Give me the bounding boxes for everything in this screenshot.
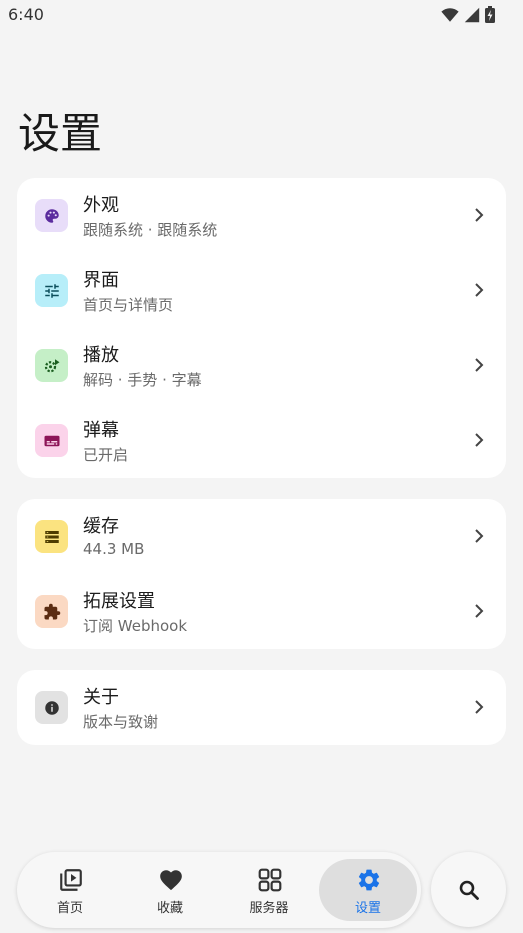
settings-item-playback[interactable]: 播放 解码 · 手势 · 字幕 [17, 328, 506, 403]
gear-icon [358, 869, 380, 891]
status-bar: 6:40 [0, 0, 523, 30]
settings-item-subtitle: 44.3 MB [83, 540, 145, 558]
chevron-right-icon [475, 529, 484, 543]
chevron-right-icon [475, 604, 484, 618]
nav-label: 首页 [56, 901, 83, 916]
search-button[interactable] [431, 852, 506, 927]
nav-item-settings[interactable]: 设置 [319, 859, 417, 921]
nav-label: 设置 [354, 901, 381, 916]
settings-item-cache[interactable]: 缓存 44.3 MB [17, 499, 506, 574]
wifi-icon [441, 7, 459, 22]
settings-item-about[interactable]: 关于 版本与致谢 [17, 670, 506, 745]
nav-label: 收藏 [156, 901, 183, 916]
battery-icon [485, 6, 495, 23]
storage-icon [35, 520, 68, 553]
bottom-navigation: 首页 收藏 服务器 设置 [17, 852, 421, 928]
settings-item-title: 缓存 [83, 516, 119, 537]
settings-item-appearance[interactable]: 外观 跟随系统 · 跟随系统 [17, 178, 506, 253]
settings-item-title: 播放 [83, 345, 119, 366]
info-icon [35, 691, 68, 724]
subtitles-icon [35, 424, 68, 457]
status-time: 6:40 [8, 5, 44, 24]
settings-item-subtitle: 跟随系统 · 跟随系统 [83, 221, 218, 239]
chevron-right-icon [475, 433, 484, 447]
search-icon [459, 880, 479, 900]
play-settings-icon [35, 349, 68, 382]
chevron-right-icon [475, 358, 484, 372]
palette-icon [35, 199, 68, 232]
nav-item-servers[interactable]: 服务器 [220, 859, 318, 921]
settings-item-title: 关于 [83, 687, 119, 708]
tune-icon [35, 274, 68, 307]
settings-card-storage: 缓存 44.3 MB 拓展设置 订阅 Webhook [17, 499, 506, 649]
nav-item-favorites[interactable]: 收藏 [121, 859, 219, 921]
chevron-right-icon [475, 208, 484, 222]
settings-card-about: 关于 版本与致谢 [17, 670, 506, 745]
nav-label: 服务器 [249, 901, 289, 916]
page-title: 设置 [18, 109, 103, 158]
video-library-icon [60, 869, 82, 891]
settings-item-extensions[interactable]: 拓展设置 订阅 Webhook [17, 574, 506, 649]
status-icons [441, 6, 495, 23]
grid-icon [258, 868, 282, 892]
settings-item-title: 弹幕 [83, 420, 119, 441]
settings-item-title: 拓展设置 [83, 591, 155, 612]
nav-item-home[interactable]: 首页 [21, 859, 119, 921]
extension-icon [35, 595, 68, 628]
settings-item-subtitle: 解码 · 手势 · 字幕 [83, 371, 202, 389]
settings-card-display: 外观 跟随系统 · 跟随系统 界面 首页与详情页 播放 解码 · 手势 · 字幕… [17, 178, 506, 478]
signal-icon [464, 7, 480, 22]
settings-item-title: 界面 [83, 270, 119, 291]
heart-icon [160, 870, 182, 891]
settings-item-title: 外观 [83, 195, 119, 216]
chevron-right-icon [475, 283, 484, 297]
settings-item-subtitle: 已开启 [83, 446, 129, 464]
settings-item-danmaku[interactable]: 弹幕 已开启 [17, 403, 506, 478]
chevron-right-icon [475, 700, 484, 714]
settings-item-subtitle: 订阅 Webhook [83, 617, 188, 635]
settings-item-subtitle: 首页与详情页 [83, 296, 174, 314]
settings-item-interface[interactable]: 界面 首页与详情页 [17, 253, 506, 328]
settings-item-subtitle: 版本与致谢 [83, 713, 159, 731]
